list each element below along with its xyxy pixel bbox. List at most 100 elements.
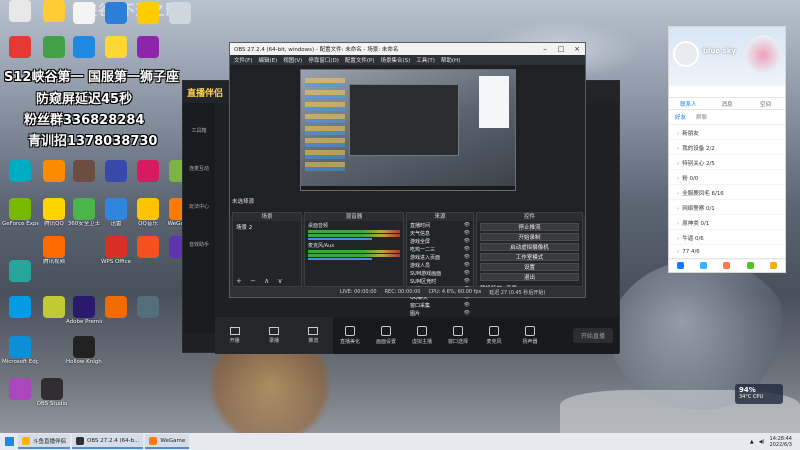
desktop-icon[interactable] (2, 0, 38, 23)
source-item[interactable]: 吃鸡一二三 👁 (407, 245, 473, 253)
tab-messages[interactable]: 消息 (708, 100, 747, 108)
subtab-groups[interactable]: 群聊 (696, 113, 707, 121)
source-item[interactable]: 游戏人员 👁 (407, 261, 473, 269)
desktop-icon[interactable] (130, 36, 166, 59)
desktop-icon[interactable]: 360安全卫士 (66, 198, 102, 227)
mode-live[interactable]: 开播 (229, 327, 240, 344)
contact-group[interactable]: 新朋友 (669, 125, 785, 140)
desktop-icon[interactable]: 腾讯视频 (36, 236, 72, 265)
tool-picture-settings[interactable]: 画面设置 (375, 326, 397, 345)
tool-microphone[interactable]: 麦克风 (483, 326, 505, 345)
taskbar-item[interactable]: OBS 27.2.4 (64-b... (72, 434, 144, 449)
side-item-sound-helper[interactable]: 音效助手 (183, 217, 215, 255)
desktop-icon[interactable] (98, 296, 134, 319)
qq-search-input[interactable] (669, 86, 785, 98)
qq-panel[interactable]: blue sky 联系人 消息 空间 好友 群聊 新朋友我的设备 2/2特别关心… (668, 26, 786, 273)
mode-record[interactable]: 录播 (268, 327, 279, 344)
stop-streaming-button[interactable]: 停止推流 (480, 223, 579, 231)
tool-speaker[interactable]: 扬声器 (519, 326, 541, 345)
virtual-camera-button[interactable]: 启动虚拟摄像机 (480, 243, 579, 251)
eye-icon[interactable]: 👁 (464, 270, 470, 277)
contact-group[interactable]: 我的设备 2/2 (669, 140, 785, 155)
desktop-icon[interactable]: 迅雷 (98, 198, 134, 227)
tool-virtual-anchor[interactable]: 虚拟主播 (411, 326, 433, 345)
avatar[interactable] (673, 41, 699, 67)
tab-contacts[interactable]: 联系人 (669, 100, 708, 108)
desktop-icon[interactable] (130, 236, 166, 259)
desktop-icon[interactable] (66, 160, 102, 183)
contact-group[interactable]: 原神类 0/1 (669, 215, 785, 230)
contact-group[interactable]: 全服鹿凤毛 6/16 (669, 185, 785, 200)
clock[interactable]: 14:28:44 2022/6/3 (770, 436, 792, 448)
taskbar-item[interactable]: 斗鱼直播伴侣 (18, 434, 71, 449)
menu-edit[interactable]: 编辑(E) (258, 56, 277, 64)
tab-space[interactable]: 空间 (746, 100, 785, 108)
eye-icon[interactable]: 👁 (464, 262, 470, 269)
source-item[interactable]: SUM区竞时 👁 (407, 277, 473, 285)
menu-help[interactable]: 帮助(H) (441, 56, 460, 64)
menu-icon[interactable] (677, 262, 685, 269)
volume-slider[interactable] (308, 258, 373, 260)
app-icon[interactable] (746, 262, 754, 269)
obs-window[interactable]: OBS 27.2.4 (64-bit, windows) - 配置文件: 未命名… (229, 42, 586, 317)
menu-docks[interactable]: 停靠窗口(D) (308, 56, 339, 64)
eye-icon[interactable]: 👁 (464, 254, 470, 261)
source-item[interactable]: 天气信息 👁 (407, 229, 473, 237)
exit-button[interactable]: 退出 (480, 273, 579, 281)
eye-icon[interactable]: 👁 (464, 302, 470, 309)
close-icon[interactable]: × (569, 43, 585, 55)
obs-preview[interactable] (300, 69, 516, 191)
phone-icon[interactable] (700, 262, 708, 269)
source-item[interactable]: 游戏全屏 👁 (407, 237, 473, 245)
desktop-icon[interactable] (2, 260, 38, 283)
eye-icon[interactable]: 👁 (464, 310, 470, 317)
menu-view[interactable]: 视图(V) (283, 56, 302, 64)
network-icon[interactable]: ▲ (750, 439, 754, 445)
tool-window-select[interactable]: 窗口选择 (447, 326, 469, 345)
mixer-channel-desktop[interactable]: 桌面音频 (305, 221, 403, 241)
maximize-icon[interactable]: □ (553, 43, 569, 55)
desktop-icon[interactable] (66, 2, 102, 25)
desktop-icon[interactable] (2, 160, 38, 183)
desktop-icon[interactable]: QQ音乐 (130, 198, 166, 227)
file-icon[interactable] (723, 262, 731, 269)
volume-slider[interactable] (308, 238, 373, 240)
start-recording-button[interactable]: 开始录制 (480, 233, 579, 241)
add-icon[interactable] (769, 262, 777, 269)
desktop-icon[interactable] (162, 2, 198, 25)
source-item[interactable]: SUM游戏画面 👁 (407, 269, 473, 277)
settings-button[interactable]: 设置 (480, 263, 579, 271)
studio-mode-button[interactable]: 工作室模式 (480, 253, 579, 261)
desktop-icon[interactable] (66, 36, 102, 59)
side-item-play-center[interactable]: 玩法中心 (183, 179, 215, 217)
subtab-friends[interactable]: 好友 (675, 113, 686, 121)
tool-beautify[interactable]: 直播美化 (339, 326, 361, 345)
desktop-icon[interactable] (98, 36, 134, 59)
desktop-icon[interactable] (36, 296, 72, 319)
contact-group[interactable]: 牛逼 0/6 (669, 230, 785, 245)
source-item[interactable]: 窗口采集 👁 (407, 301, 473, 309)
contact-group[interactable]: 网络警察 0/1 (669, 200, 785, 215)
desktop-icon[interactable] (130, 2, 166, 25)
eye-icon[interactable]: 👁 (464, 278, 470, 285)
menu-profile[interactable]: 配置文件(P) (345, 56, 375, 64)
desktop-icon[interactable] (98, 2, 134, 25)
start-button[interactable] (0, 433, 18, 450)
eye-icon[interactable]: 👁 (464, 238, 470, 245)
menu-scene-collection[interactable]: 场景集合(S) (380, 56, 410, 64)
desktop-icon[interactable]: WPS Office (98, 236, 134, 265)
start-live-button[interactable]: 开始直播 (572, 328, 613, 343)
desktop-icon[interactable]: Hollow Knight (66, 336, 102, 365)
side-item-link-mic[interactable]: 连麦互动 (183, 141, 215, 179)
side-item-toolbox[interactable]: 工具箱 (183, 103, 215, 141)
desktop-icon[interactable] (2, 378, 38, 401)
taskbar-item[interactable]: WeGame (145, 434, 190, 449)
eye-icon[interactable]: 👁 (464, 246, 470, 253)
minimize-icon[interactable]: – (537, 43, 553, 55)
obs-titlebar[interactable]: OBS 27.2.4 (64-bit, windows) - 配置文件: 未命名… (230, 43, 585, 55)
desktop-icon[interactable] (98, 160, 134, 183)
mode-push[interactable]: 推流 (308, 327, 318, 344)
menu-file[interactable]: 文件(F) (234, 56, 252, 64)
desktop-icon[interactable] (130, 296, 166, 319)
desktop-icon[interactable] (2, 36, 38, 59)
